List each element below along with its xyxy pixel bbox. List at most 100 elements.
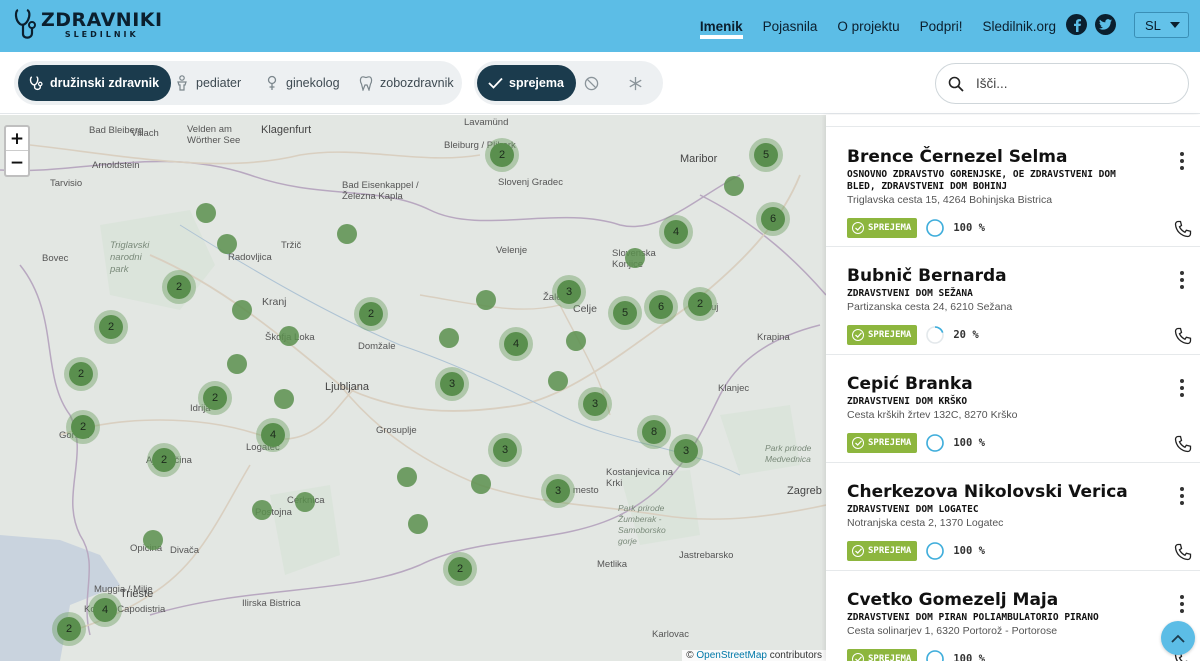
- marker-cluster[interactable]: 2: [198, 381, 232, 415]
- zoom-out-button[interactable]: −: [6, 151, 28, 175]
- marker-cluster[interactable]: 3: [578, 387, 612, 421]
- marker-cluster[interactable]: 8: [637, 415, 671, 449]
- doctor-card[interactable]: Cvetko Gomezelj Maja ZDRAVSTVENI DOM PIRA…: [826, 571, 1200, 661]
- marker-cluster[interactable]: 2: [147, 443, 181, 477]
- doctor-card[interactable]: Bubnič Bernarda ZDRAVSTVENI DOM SEŽANA Par…: [826, 247, 1200, 355]
- more-options-icon[interactable]: [1176, 595, 1188, 613]
- more-options-icon[interactable]: [1176, 487, 1188, 505]
- phone-icon[interactable]: [1174, 220, 1192, 238]
- nav-pojasnila[interactable]: Pojasnila: [763, 19, 818, 34]
- main-nav: Imenik Pojasnila O projektu Podpri! Sled…: [680, 0, 1056, 52]
- marker-cluster[interactable]: 3: [552, 275, 586, 309]
- more-options-icon[interactable]: [1176, 152, 1188, 170]
- doctor-card[interactable]: Cherkezova Nikolovski Verica ZDRAVSTVENI …: [826, 463, 1200, 571]
- more-options-icon[interactable]: [1176, 379, 1188, 397]
- filter-bar: družinski zdravnik pediater ginekolog zo…: [0, 52, 1200, 114]
- marker-cluster[interactable]: 2: [162, 270, 196, 304]
- nav-imenik[interactable]: Imenik: [699, 19, 743, 39]
- doctor-name: Brence Černezel Selma: [847, 147, 1068, 167]
- status-label: SPREJEMA: [868, 330, 912, 340]
- filter-label: ginekolog: [286, 76, 340, 90]
- load-percent: 100 %: [953, 437, 985, 449]
- doctor-type-filter: družinski zdravnik pediater ginekolog zo…: [14, 61, 462, 105]
- nav-sledilnik[interactable]: Sledilnik.org: [982, 19, 1056, 34]
- filter-label: sprejema: [509, 76, 564, 90]
- ban-icon[interactable]: [573, 65, 609, 101]
- openstreetmap-link[interactable]: OpenStreetMap: [696, 650, 767, 661]
- marker-cluster[interactable]: 6: [644, 290, 678, 324]
- marker-cluster[interactable]: 2: [52, 612, 86, 646]
- load-percent: 100 %: [953, 653, 985, 661]
- marker-cluster[interactable]: 3: [669, 434, 703, 468]
- check-circle-icon: [852, 222, 864, 234]
- marker-cluster[interactable]: 4: [659, 215, 693, 249]
- filter-druzinski-zdravnik[interactable]: družinski zdravnik: [18, 65, 172, 101]
- scroll-to-top-button[interactable]: [1161, 621, 1195, 655]
- asterisk-icon[interactable]: [617, 65, 653, 101]
- twitter-icon[interactable]: [1095, 14, 1116, 35]
- marker-cluster[interactable]: 2: [683, 287, 717, 321]
- doctor-institution: ZDRAVSTVENI DOM KRŠKO: [847, 396, 968, 407]
- marker-cluster[interactable]: 3: [488, 433, 522, 467]
- marker-cluster[interactable]: 2: [66, 410, 100, 444]
- marker-cluster[interactable]: 3: [435, 367, 469, 401]
- check-circle-icon: [852, 653, 864, 661]
- filter-ginekolog[interactable]: ginekolog: [254, 65, 352, 101]
- marker-cluster[interactable]: 4: [256, 418, 290, 452]
- filter-label: družinski zdravnik: [50, 76, 160, 90]
- doctor-card[interactable]: Brence Černezel Selma OSNOVNO ZDRAVSTVO G…: [826, 128, 1200, 247]
- marker-cluster[interactable]: 2: [354, 297, 388, 331]
- search-icon: [948, 76, 964, 92]
- load-percent: 20 %: [953, 329, 979, 341]
- marker-cluster[interactable]: 2: [64, 357, 98, 391]
- map-view[interactable]: Lavamünd Bad Bleiberg Villach Velden am …: [0, 115, 826, 661]
- marker-cluster[interactable]: 2: [485, 138, 519, 172]
- doctor-name: Cvetko Gomezelj Maja: [847, 590, 1059, 610]
- check-icon: [487, 75, 503, 91]
- doctor-address: Triglavska cesta 15, 4264 Bohinjska Bist…: [847, 194, 1053, 206]
- logo-title: ZDRAVNIKI: [41, 9, 163, 31]
- filter-pediater[interactable]: pediater: [164, 65, 253, 101]
- phone-icon[interactable]: [1174, 435, 1192, 453]
- more-options-icon[interactable]: [1176, 271, 1188, 289]
- marker-cluster[interactable]: 6: [756, 202, 790, 236]
- top-header: ZDRAVNIKI SLEDILNIK Imenik Pojasnila O p…: [0, 0, 1200, 52]
- nav-podpri[interactable]: Podpri!: [920, 19, 963, 34]
- phone-icon[interactable]: [1174, 327, 1192, 345]
- doctor-institution: ZDRAVSTVENI DOM SEŽANA: [847, 288, 973, 299]
- marker-cluster[interactable]: 2: [443, 552, 477, 586]
- chevron-up-icon: [1171, 634, 1185, 643]
- load-percent: 100 %: [953, 545, 985, 557]
- cluster-layer: 2 5 6 4 2 2 2 3 5 6 2 4 2 3 2 3 2 4 8 3 …: [0, 115, 826, 661]
- phone-icon[interactable]: [1174, 543, 1192, 561]
- filter-sprejema[interactable]: sprejema: [477, 65, 576, 101]
- doctor-card[interactable]: Cepić Branka ZDRAVSTVENI DOM KRŠKO Cesta k…: [826, 355, 1200, 463]
- marker-cluster[interactable]: 4: [499, 327, 533, 361]
- filter-label: zobozdravnik: [380, 76, 454, 90]
- doctor-list[interactable]: Brence Černezel Selma OSNOVNO ZDRAVSTVO G…: [826, 115, 1200, 661]
- status-label: SPREJEMA: [868, 546, 912, 556]
- marker-cluster[interactable]: 5: [608, 296, 642, 330]
- logo-subtitle: SLEDILNIK: [64, 30, 139, 39]
- marker-cluster[interactable]: 4: [88, 593, 122, 627]
- stethoscope-logo-icon: [14, 8, 36, 39]
- load-progress-ring: [926, 219, 945, 237]
- attribution-prefix: ©: [686, 650, 694, 661]
- filter-zobozdravnik[interactable]: zobozdravnik: [348, 65, 466, 101]
- zoom-in-button[interactable]: +: [6, 127, 28, 151]
- accepts-badge: SPREJEMA: [847, 649, 918, 661]
- doctor-name: Cherkezova Nikolovski Verica: [847, 482, 1128, 502]
- facebook-icon[interactable]: [1066, 14, 1087, 35]
- load-percent: 100 %: [953, 222, 985, 234]
- logo[interactable]: ZDRAVNIKI SLEDILNIK: [14, 8, 163, 42]
- nav-o-projektu[interactable]: O projektu: [837, 19, 899, 34]
- list-top-edge: [826, 115, 1200, 127]
- search-input[interactable]: [976, 76, 1166, 91]
- check-circle-icon: [852, 437, 864, 449]
- search-box: [935, 63, 1189, 104]
- marker-cluster[interactable]: 3: [541, 474, 575, 508]
- language-select[interactable]: SL: [1134, 12, 1189, 38]
- marker-cluster[interactable]: 2: [94, 310, 128, 344]
- doctor-name: Bubnič Bernarda: [847, 266, 1007, 286]
- marker-cluster[interactable]: 5: [749, 138, 783, 172]
